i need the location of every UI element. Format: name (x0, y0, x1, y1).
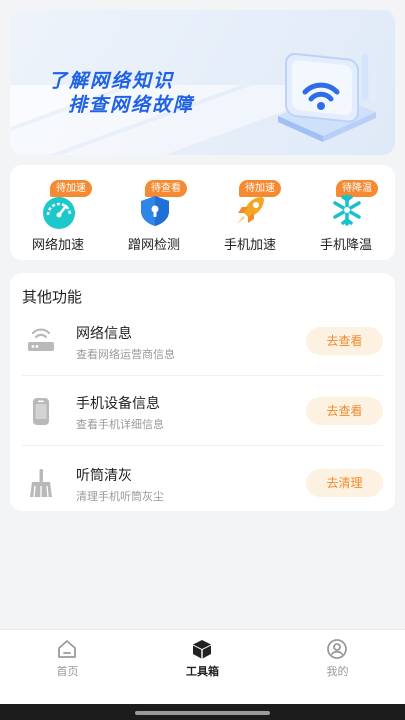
quick-action-label: 手机加速 (223, 238, 276, 253)
quick-actions-card: 待加速 网络加速 待查看 蹭网检测 待加速 手机加速 待降温 手机降温 (10, 165, 395, 260)
broom-icon (30, 469, 52, 498)
phone-device-icon (33, 398, 49, 425)
quick-action-phone-boost[interactable]: 待加速 手机加速 (202, 165, 298, 260)
home-icon (58, 640, 76, 658)
quick-action-label: 手机降温 (319, 238, 372, 253)
list-item-title: 网络信息 (76, 326, 132, 342)
system-navigation-bar (0, 704, 405, 720)
other-functions-card: 其他功能 网络信息 查看网络运营商信息 去查看 手机设备信息 查看手机详细信息 … (10, 273, 395, 511)
list-item-subtitle: 清理手机听筒灰尘 (76, 490, 164, 503)
quick-action-phone-cooling[interactable]: 待降温 手机降温 (298, 165, 394, 260)
view-button[interactable]: 去查看 (306, 397, 383, 425)
divider (22, 445, 383, 446)
bottom-tab-bar: 首页 工具箱 我的 (0, 629, 405, 704)
snowflake-icon (333, 194, 361, 226)
profile-icon (327, 639, 347, 659)
list-item-subtitle: 查看手机详细信息 (76, 418, 164, 431)
router-icon (28, 328, 54, 351)
wifi-router-illustration (278, 52, 376, 142)
quick-action-network-boost[interactable]: 待加速 网络加速 (10, 165, 106, 260)
tab-home[interactable]: 首页 (0, 630, 135, 705)
list-item-device-info[interactable]: 手机设备信息 查看手机详细信息 去查看 (10, 375, 395, 445)
list-item-title: 手机设备信息 (76, 396, 160, 412)
tab-label: 我的 (326, 665, 349, 678)
list-item-network-info[interactable]: 网络信息 查看网络运营商信息 去查看 (10, 305, 395, 375)
rocket-icon (237, 197, 264, 224)
tab-profile[interactable]: 我的 (270, 630, 405, 705)
list-item-earpiece-clean[interactable]: 听筒清灰 清理手机听筒灰尘 去清理 (10, 447, 395, 517)
tab-label: 工具箱 (186, 665, 219, 678)
tab-toolbox[interactable]: 工具箱 (135, 630, 270, 705)
banner-title-line2: 排查网络故障 (68, 94, 195, 116)
tab-label: 首页 (56, 665, 79, 678)
gesture-handle[interactable] (135, 711, 270, 715)
toolbox-cube-icon (193, 640, 211, 659)
quick-action-freeloader-detect[interactable]: 待查看 蹭网检测 (106, 165, 202, 260)
clean-button[interactable]: 去清理 (306, 469, 383, 497)
quick-action-label: 蹭网检测 (127, 238, 180, 253)
quick-action-label: 网络加速 (31, 238, 84, 253)
view-button[interactable]: 去查看 (306, 327, 383, 355)
list-item-title: 听筒清灰 (76, 468, 132, 484)
shield-lock-icon (141, 196, 169, 226)
banner[interactable]: 了解网络知识 排查网络故障 (10, 10, 395, 155)
speedometer-icon (43, 197, 75, 229)
section-title: 其他功能 (22, 288, 83, 306)
banner-title-line1: 了解网络知识 (48, 70, 175, 92)
list-item-subtitle: 查看网络运营商信息 (76, 348, 175, 361)
